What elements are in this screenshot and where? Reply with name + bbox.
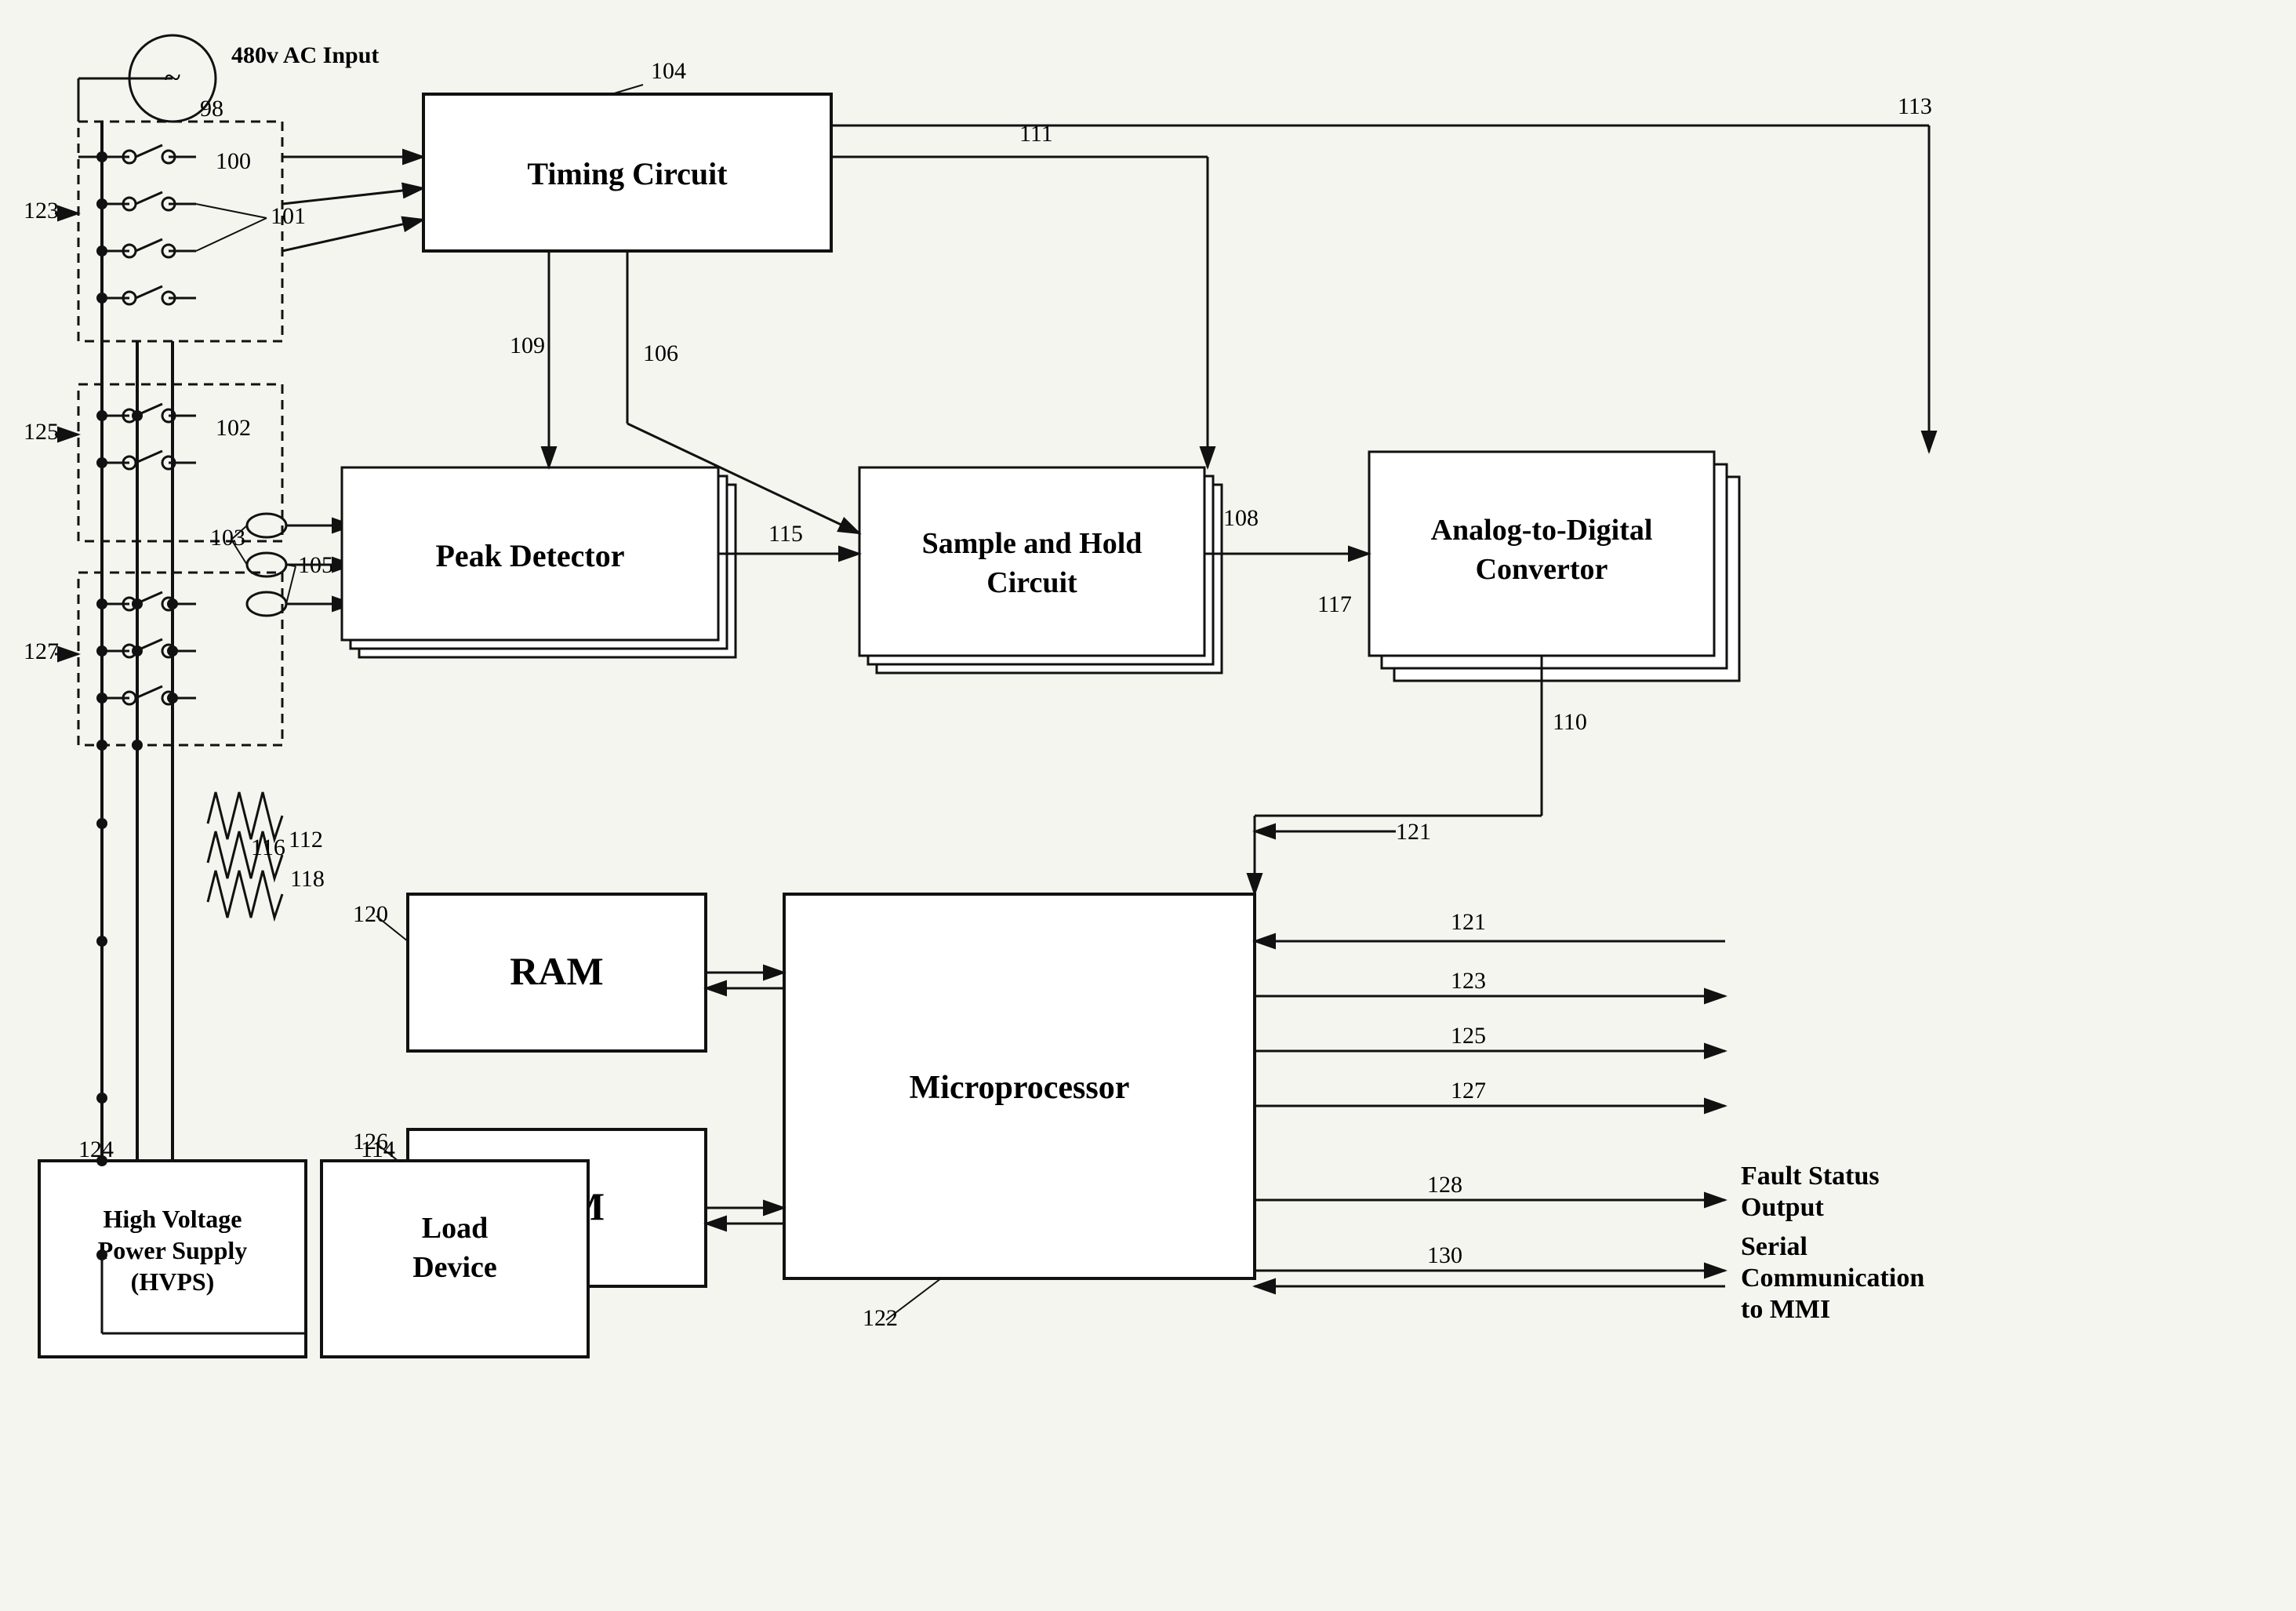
num-113: 113 — [1898, 93, 1932, 119]
num-104: 104 — [651, 58, 686, 84]
fault-status-label2: Output — [1741, 1193, 1824, 1222]
num-123-label: 123 — [24, 198, 59, 224]
num-125-right: 125 — [1451, 1023, 1486, 1049]
num-116: 116 — [251, 835, 285, 860]
num-124: 124 — [78, 1136, 114, 1162]
num-101: 101 — [271, 203, 306, 229]
num-121-right: 121 — [1451, 909, 1486, 935]
num-100: 100 — [216, 148, 251, 174]
load-device-label2: Device — [412, 1251, 497, 1284]
ram-label: RAM — [510, 949, 603, 993]
timing-circuit-label: Timing Circuit — [527, 156, 728, 191]
num-118: 118 — [290, 866, 325, 892]
num-114: 114 — [361, 1136, 395, 1162]
hvps-label1: High Voltage — [104, 1205, 242, 1233]
num-117: 117 — [1317, 591, 1352, 617]
num-127-right: 127 — [1451, 1078, 1486, 1104]
hvps-label2: Power Supply — [98, 1236, 248, 1264]
num-127-label: 127 — [24, 638, 59, 664]
adc-label2: Convertor — [1476, 553, 1608, 586]
num-106: 106 — [643, 340, 678, 366]
diagram-svg: ~ 480v AC Input 98 10 — [0, 0, 2296, 1611]
num-108: 108 — [1223, 505, 1259, 531]
adc-label: Analog-to-Digital — [1431, 514, 1653, 547]
diagram: ~ 480v AC Input 98 10 — [0, 0, 2296, 1611]
num-120: 120 — [353, 901, 388, 927]
num-103: 103 — [210, 525, 245, 551]
num-121: 121 — [1396, 819, 1431, 845]
num-98: 98 — [200, 96, 223, 122]
num-110: 110 — [1553, 709, 1587, 735]
peak-detector-label: Peak Detector — [436, 538, 625, 573]
fault-status-label: Fault Status — [1741, 1162, 1880, 1191]
sample-hold-label: Sample and Hold — [922, 527, 1143, 560]
num-115: 115 — [768, 521, 803, 547]
num-102: 102 — [216, 415, 251, 441]
serial-comm-label2: Communication — [1741, 1264, 1924, 1293]
num-128: 128 — [1427, 1172, 1462, 1198]
num-109: 109 — [510, 333, 545, 358]
num-112: 112 — [289, 827, 323, 853]
sample-hold-label2: Circuit — [986, 566, 1077, 599]
num-123-right: 123 — [1451, 968, 1486, 994]
ac-input-label: 480v AC Input — [231, 42, 379, 68]
hvps-label3: (HVPS) — [131, 1267, 215, 1296]
num-122: 122 — [863, 1305, 898, 1331]
num-125-label: 125 — [24, 419, 59, 445]
load-device-label1: Load — [422, 1212, 488, 1245]
microprocessor-label: Microprocessor — [910, 1070, 1130, 1106]
serial-comm-label: Serial — [1741, 1232, 1807, 1261]
num-130: 130 — [1427, 1242, 1462, 1268]
serial-comm-label3: to MMI — [1741, 1295, 1830, 1324]
